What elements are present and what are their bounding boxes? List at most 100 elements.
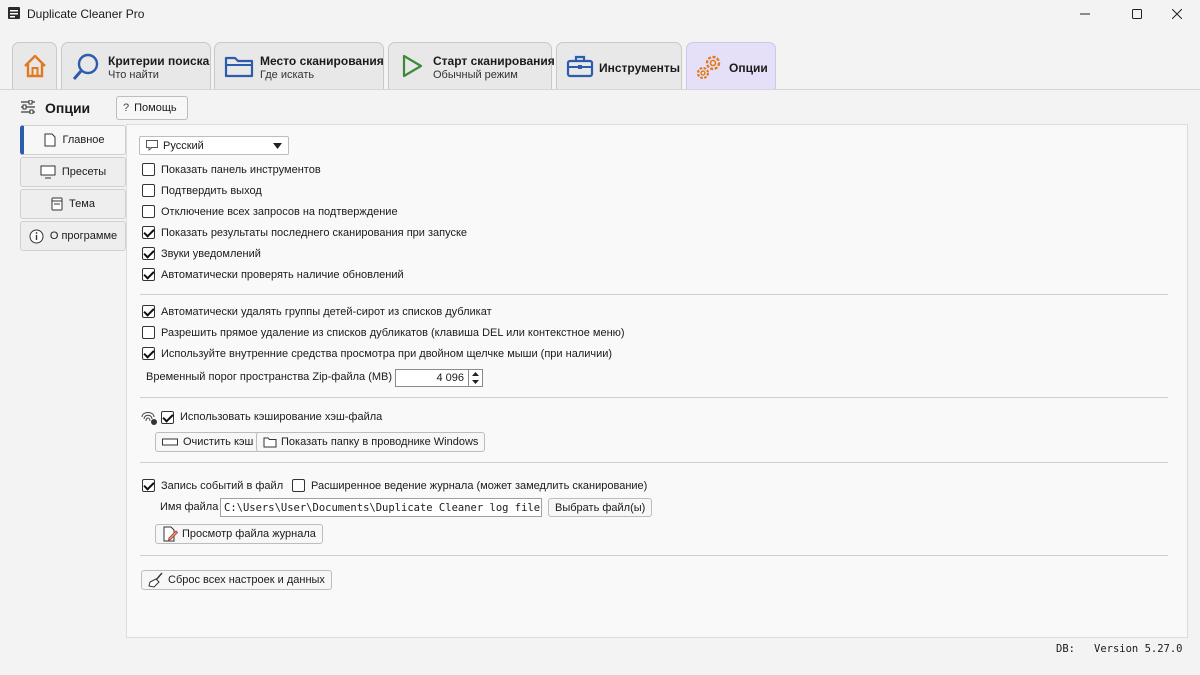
play-icon [402, 54, 423, 78]
clear-cache-label: Очистить кэш [183, 436, 254, 448]
option-checkbox[interactable] [142, 184, 155, 197]
zip-threshold-value: 4 096 [436, 372, 464, 384]
sidebar-item-presets[interactable]: Пресеты [20, 157, 126, 187]
home-icon [24, 54, 46, 78]
folder-icon [224, 56, 254, 78]
app-icon [8, 7, 20, 19]
tab-scan-location-subtitle: Где искать [260, 69, 315, 81]
option-checkbox[interactable] [142, 205, 155, 218]
reset-settings-label: Сброс всех настроек и данных [168, 574, 325, 586]
language-select[interactable]: Русский [139, 136, 289, 155]
option-checkbox[interactable] [142, 326, 155, 339]
view-log-label: Просмотр файла журнала [182, 528, 316, 540]
section-divider [140, 294, 1168, 295]
option-checkbox[interactable] [142, 305, 155, 318]
choose-file-label: Выбрать файл(ы) [555, 501, 646, 514]
choose-file-button[interactable]: Выбрать файл(ы) [548, 498, 653, 517]
option-label: Автоматически удалять группы детей-сирот… [161, 305, 492, 318]
options-header: Опции ? Помощь [0, 90, 1200, 124]
help-button-label: Помощь [134, 102, 177, 114]
option-checkbox[interactable] [142, 347, 155, 360]
option-auto-updates[interactable]: Автоматически проверять наличие обновлен… [142, 268, 404, 281]
search-icon [72, 53, 99, 80]
db-status: DB: [1056, 643, 1075, 655]
option-label: Автоматически проверять наличие обновлен… [161, 268, 404, 281]
option-disable-confirmations[interactable]: Отключение всех запросов на подтверждени… [142, 205, 398, 218]
option-show-toolbar[interactable]: Показать панель инструментов [142, 163, 321, 176]
option-checkbox[interactable] [142, 479, 155, 492]
sidebar-item-label: Пресеты [61, 166, 107, 178]
tab-search-criteria-subtitle: Что найти [108, 69, 159, 81]
option-extended-logging[interactable]: Расширенное ведение журнала (может замед… [292, 479, 647, 492]
option-checkbox[interactable] [161, 410, 174, 424]
log-filename-value: C:\Users\User\Documents\Duplicate Cleane… [224, 501, 542, 514]
sidebar-item-general[interactable]: Главное [20, 125, 126, 155]
log-filename-input[interactable]: C:\Users\User\Documents\Duplicate Cleane… [220, 498, 542, 517]
option-label: Показать панель инструментов [161, 163, 321, 176]
tab-start-scan[interactable]: Старт сканирования Обычный режим [388, 42, 555, 90]
tab-tools-title: Инструменты [599, 61, 681, 75]
show-cache-folder-button[interactable]: Показать папку в проводнике Windows [256, 432, 486, 452]
broom-icon [148, 572, 163, 588]
sidebar-item-about[interactable]: О программе [20, 221, 126, 251]
zip-threshold-stepper[interactable] [468, 370, 482, 386]
language-value: Русский [163, 139, 204, 152]
zip-threshold-input[interactable]: 4 096 [395, 369, 483, 387]
window-title: Duplicate Cleaner Pro [27, 7, 145, 21]
tab-home[interactable] [12, 42, 57, 90]
option-log-to-file[interactable]: Запись событий в файл [142, 479, 283, 492]
section-divider [140, 462, 1168, 463]
tab-options[interactable]: Опции [686, 42, 776, 90]
monitor-icon [40, 165, 56, 179]
log-filename-text: Имя файла [160, 501, 219, 513]
zip-threshold-text: Временный порог пространства Zip-файла (… [146, 371, 393, 383]
option-label: Звуки уведомлений [161, 247, 261, 260]
clear-cache-button[interactable]: Очистить кэш [155, 432, 261, 452]
fingerprint-icon [141, 412, 157, 425]
main-tabs: Критерии поиска Что найти Место сканиров… [0, 28, 1200, 90]
document-icon [44, 133, 56, 147]
tab-scan-location-title: Место сканирования [260, 54, 384, 68]
chevron-down-icon [273, 142, 282, 149]
tab-search-criteria-title: Критерии поиска [108, 54, 210, 68]
sidebar-item-theme[interactable]: Тема [20, 189, 126, 219]
help-button[interactable]: ? Помощь [116, 96, 188, 120]
maximize-icon [1132, 9, 1142, 19]
sidebar-item-label: Тема [69, 198, 95, 210]
view-log-button[interactable]: Просмотр файла журнала [155, 524, 323, 544]
arrow-up-icon[interactable] [469, 370, 482, 378]
option-notification-sounds[interactable]: Звуки уведомлений [142, 247, 261, 260]
tab-scan-location[interactable]: Место сканирования Где искать [214, 42, 384, 90]
option-checkbox[interactable] [142, 247, 155, 260]
help-icon: ? [123, 102, 130, 114]
option-checkbox[interactable] [142, 163, 155, 176]
close-button[interactable] [1154, 0, 1200, 28]
tab-tools[interactable]: Инструменты [556, 42, 682, 90]
minimize-button[interactable] [1062, 0, 1108, 28]
folder-icon [263, 437, 277, 447]
option-show-last-results[interactable]: Показать результаты последнего сканирова… [142, 226, 467, 239]
log-filename-label: Имя файла [160, 501, 218, 513]
option-checkbox[interactable] [292, 479, 305, 492]
title-bar: Duplicate Cleaner Pro [0, 0, 1200, 28]
arrow-down-icon[interactable] [469, 378, 482, 386]
option-label: Отключение всех запросов на подтверждени… [161, 205, 398, 218]
option-checkbox[interactable] [142, 268, 155, 281]
sliders-icon [21, 100, 35, 114]
section-divider [140, 397, 1168, 398]
option-direct-delete[interactable]: Разрешить прямое удаление из списков дуб… [142, 326, 625, 339]
close-icon [1172, 9, 1182, 19]
option-hash-cache[interactable]: Использовать кэширование хэш-файла [141, 409, 382, 425]
option-label: Показать результаты последнего сканирова… [161, 226, 468, 239]
edit-document-icon [163, 526, 178, 542]
option-remove-orphan-groups[interactable]: Автоматически удалять группы детей-сирот… [142, 305, 492, 318]
tab-search-criteria[interactable]: Критерии поиска Что найти [61, 42, 211, 90]
option-confirm-exit[interactable]: Подтвердить выход [142, 184, 262, 197]
show-cache-folder-label: Показать папку в проводнике Windows [281, 436, 479, 448]
sidebar-item-label: Главное [62, 134, 105, 146]
info-icon [29, 229, 44, 243]
option-internal-viewers[interactable]: Используйте внутренние средства просмотр… [142, 347, 612, 360]
reset-settings-button[interactable]: Сброс всех настроек и данных [141, 570, 332, 590]
option-checkbox[interactable] [142, 226, 155, 239]
option-label: Подтвердить выход [161, 184, 262, 197]
